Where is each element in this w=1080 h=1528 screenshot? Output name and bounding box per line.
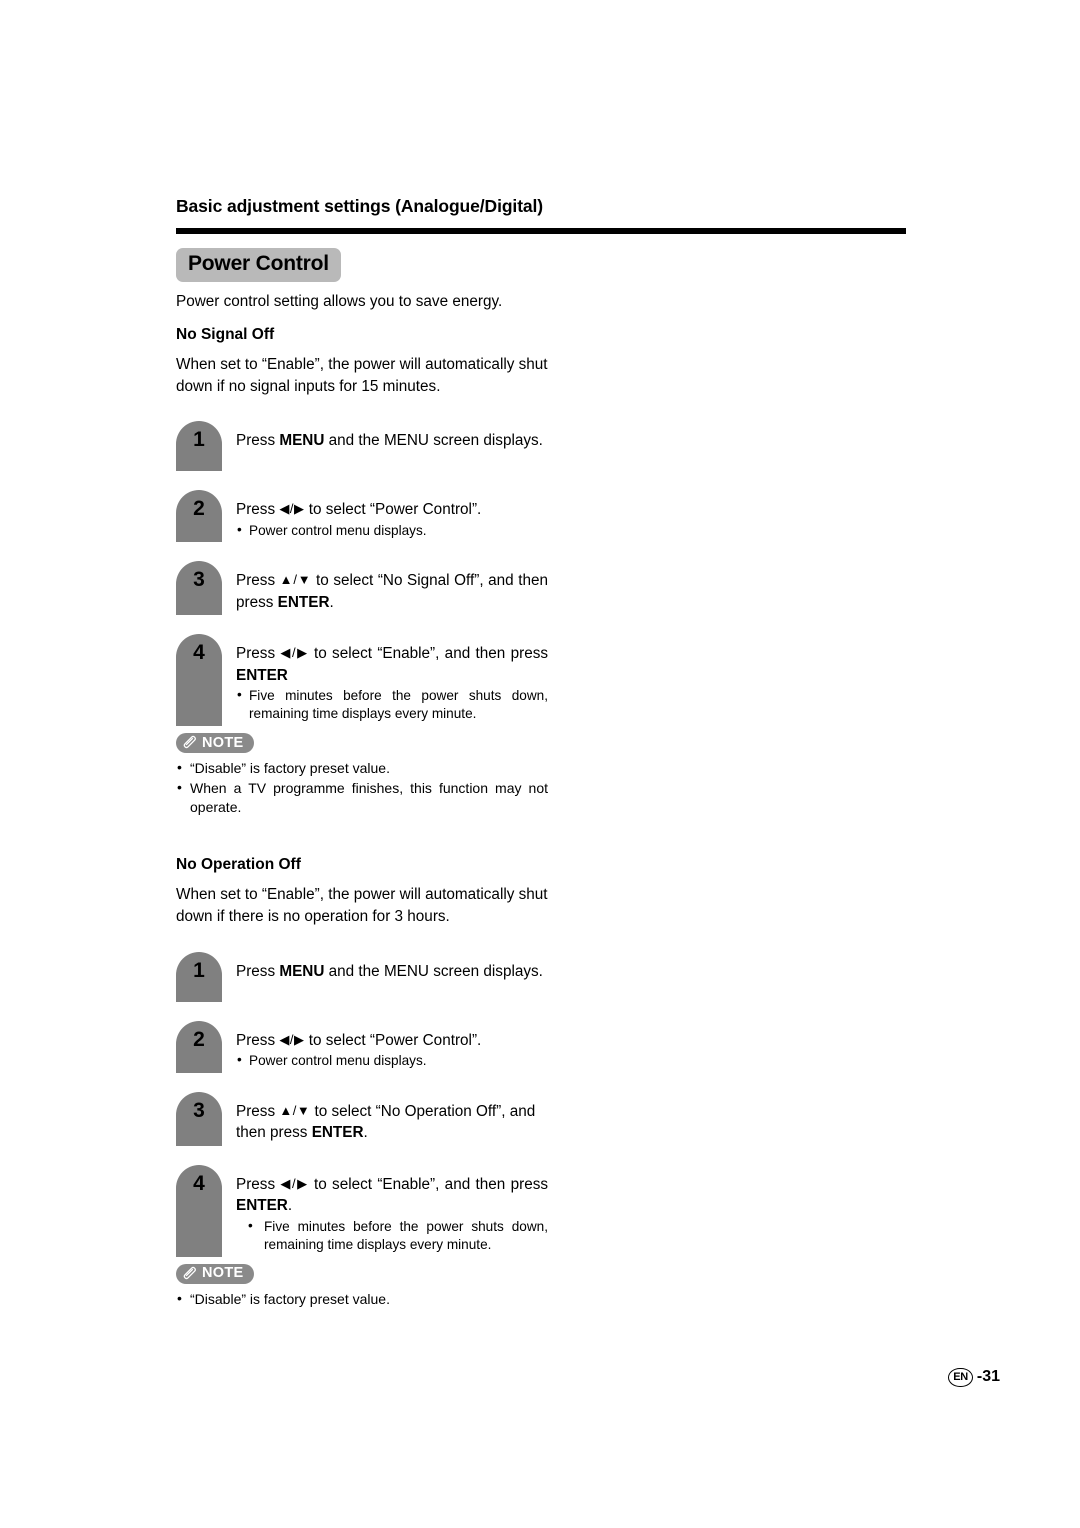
step-text-bold: MENU <box>279 432 325 450</box>
step-bullet: Five minutes before the power shuts down… <box>236 686 548 723</box>
step-instruction: Press ▲/▼ to select “No Signal Off”, and… <box>236 570 548 613</box>
step-text-pre: Press <box>236 962 280 980</box>
step-body: Press ▲/▼ to select “No Signal Off”, and… <box>222 561 548 613</box>
step-text-post: . <box>329 593 334 611</box>
step-item: 3 Press ▲/▼ to select “No Signal Off”, a… <box>176 561 548 616</box>
step-text-bold: ENTER <box>236 1197 288 1215</box>
step-text-bold: ENTER <box>311 1124 364 1142</box>
note-item: “Disable” is factory preset value. <box>176 758 548 778</box>
step-body: Press ◀/▶ to select “Power Control”. Pow… <box>222 490 548 540</box>
note-item: When a TV programme finishes, this funct… <box>176 778 548 817</box>
step-item: 3 Press ▲/▼ to select “No Operation Off”… <box>176 1091 548 1146</box>
page-number: -31 <box>976 1368 1000 1386</box>
step-number-badge: 1 <box>176 951 222 1002</box>
step-bullet: Five minutes before the power shuts down… <box>236 1217 548 1254</box>
step-bullet: Power control menu displays. <box>236 521 548 540</box>
left-right-arrow-icon: ◀/▶ <box>280 645 309 661</box>
section-title-chip: Power Control <box>176 248 341 283</box>
step-text-pre: Press <box>236 645 281 663</box>
page-footer: EN -31 <box>948 1367 1000 1387</box>
note-block: NOTE “Disable” is factory preset value. … <box>176 733 548 817</box>
pencil-icon <box>183 735 198 750</box>
step-text-pre: Press <box>236 1102 280 1120</box>
subsection-heading: No Signal Off <box>176 325 275 343</box>
step-item: 4 Press ◀/▶ to select “Enable”, and then… <box>176 1164 548 1257</box>
step-instruction: Press ◀/▶ to select “Enable”, and then p… <box>236 643 548 686</box>
step-text-post: to select “Power Control”. <box>304 501 482 519</box>
step-text-post: and the MENU screen displays. <box>324 962 543 980</box>
note-item: “Disable” is factory preset value. <box>176 1289 548 1309</box>
step-text-mid: to select “Enable”, and then press <box>308 1175 548 1193</box>
note-label: NOTE <box>202 734 244 751</box>
step-body: Press ◀/▶ to select “Enable”, and then p… <box>222 1165 548 1254</box>
description-line-1: When set to “Enable”, the power will aut… <box>176 355 548 373</box>
manual-page: Basic adjustment settings (Analogue/Digi… <box>0 0 1080 1528</box>
step-item: 4 Press ◀/▶ to select “Enable”, and then… <box>176 634 548 727</box>
step-body: Press ◀/▶ to select “Power Control”. Pow… <box>222 1021 548 1071</box>
step-item: 1 Press MENU and the MENU screen display… <box>176 951 548 1002</box>
section-no-operation-off: No Operation Off When set to “Enable”, t… <box>176 856 548 1308</box>
step-number-badge: 3 <box>176 1091 222 1146</box>
step-text-bold: ENTER <box>277 593 330 611</box>
step-text-post: . <box>363 1124 368 1142</box>
description-line-2: down if no signal inputs for 15 minutes. <box>176 377 441 395</box>
step-text-post: to select “Power Control”. <box>304 1031 482 1049</box>
step-text-pre: Press <box>236 572 280 590</box>
step-bullet: Power control menu displays. <box>236 1051 548 1070</box>
note-label: NOTE <box>202 1265 244 1282</box>
intro-text: Power control setting allows you to save… <box>176 293 503 311</box>
steps-list: 1 Press MENU and the MENU screen display… <box>176 951 548 1257</box>
step-text-post: . <box>287 1197 293 1215</box>
page-header-title: Basic adjustment settings (Analogue/Digi… <box>176 196 544 216</box>
note-block: NOTE “Disable” is factory preset value. <box>176 1263 548 1309</box>
subsection-description: When set to “Enable”, the power will aut… <box>176 354 548 397</box>
note-chip: NOTE <box>176 733 255 754</box>
step-body: Press MENU and the MENU screen displays. <box>222 421 548 451</box>
language-badge: EN <box>948 1367 973 1387</box>
step-text-mid: to select “Enable”, and then press <box>308 645 548 663</box>
note-chip: NOTE <box>176 1263 255 1284</box>
step-instruction: Press ◀/▶ to select “Power Control”. <box>236 499 548 520</box>
section-no-signal-off: No Signal Off When set to “Enable”, the … <box>176 326 548 818</box>
left-right-arrow-icon: ◀/▶ <box>279 1031 305 1047</box>
step-instruction: Press ▲/▼ to select “No Operation Off”, … <box>236 1101 548 1144</box>
content-column: Power control setting allows you to save… <box>176 291 548 1309</box>
step-instruction: Press ◀/▶ to select “Power Control”. <box>236 1030 548 1051</box>
step-number-badge: 3 <box>176 561 222 616</box>
subsection-description: When set to “Enable”, the power will aut… <box>176 884 548 927</box>
left-right-arrow-icon: ◀/▶ <box>279 501 305 517</box>
header-divider <box>176 228 906 234</box>
step-text-pre: Press <box>236 1031 280 1049</box>
step-body: Press ◀/▶ to select “Enable”, and then p… <box>222 634 548 723</box>
description-line-2: down if there is no operation for 3 hour… <box>176 908 450 926</box>
left-right-arrow-icon: ◀/▶ <box>280 1175 309 1191</box>
step-item: 2 Press ◀/▶ to select “Power Control”. P… <box>176 1020 548 1073</box>
subsection-heading: No Operation Off <box>176 856 301 874</box>
description-line-1: When set to “Enable”, the power will aut… <box>176 886 548 904</box>
step-body: Press MENU and the MENU screen displays. <box>222 952 548 982</box>
pencil-icon <box>183 1266 198 1281</box>
step-number-badge: 4 <box>176 634 222 727</box>
step-instruction: Press ◀/▶ to select “Enable”, and then p… <box>236 1174 548 1217</box>
step-text-pre: Press <box>236 501 280 519</box>
step-text-pre: Press <box>236 432 280 450</box>
step-body: Press ▲/▼ to select “No Operation Off”, … <box>222 1092 548 1144</box>
step-number-badge: 2 <box>176 1020 222 1073</box>
steps-list: 1 Press MENU and the MENU screen display… <box>176 421 548 727</box>
step-text-pre: Press <box>236 1175 281 1193</box>
step-instruction: Press MENU and the MENU screen displays. <box>236 961 548 982</box>
step-instruction: Press MENU and the MENU screen displays. <box>236 430 548 451</box>
step-number-badge: 1 <box>176 421 222 472</box>
step-text-bold: MENU <box>279 962 325 980</box>
up-down-arrow-icon: ▲/▼ <box>279 1102 311 1118</box>
step-text-bold: ENTER <box>236 666 288 684</box>
step-number-badge: 4 <box>176 1164 222 1257</box>
page-content: Basic adjustment settings (Analogue/Digi… <box>176 196 906 1309</box>
step-number-badge: 2 <box>176 490 222 543</box>
step-text-post: and the MENU screen displays. <box>324 432 543 450</box>
step-item: 2 Press ◀/▶ to select “Power Control”. P… <box>176 490 548 543</box>
step-item: 1 Press MENU and the MENU screen display… <box>176 421 548 472</box>
up-down-arrow-icon: ▲/▼ <box>279 572 312 588</box>
